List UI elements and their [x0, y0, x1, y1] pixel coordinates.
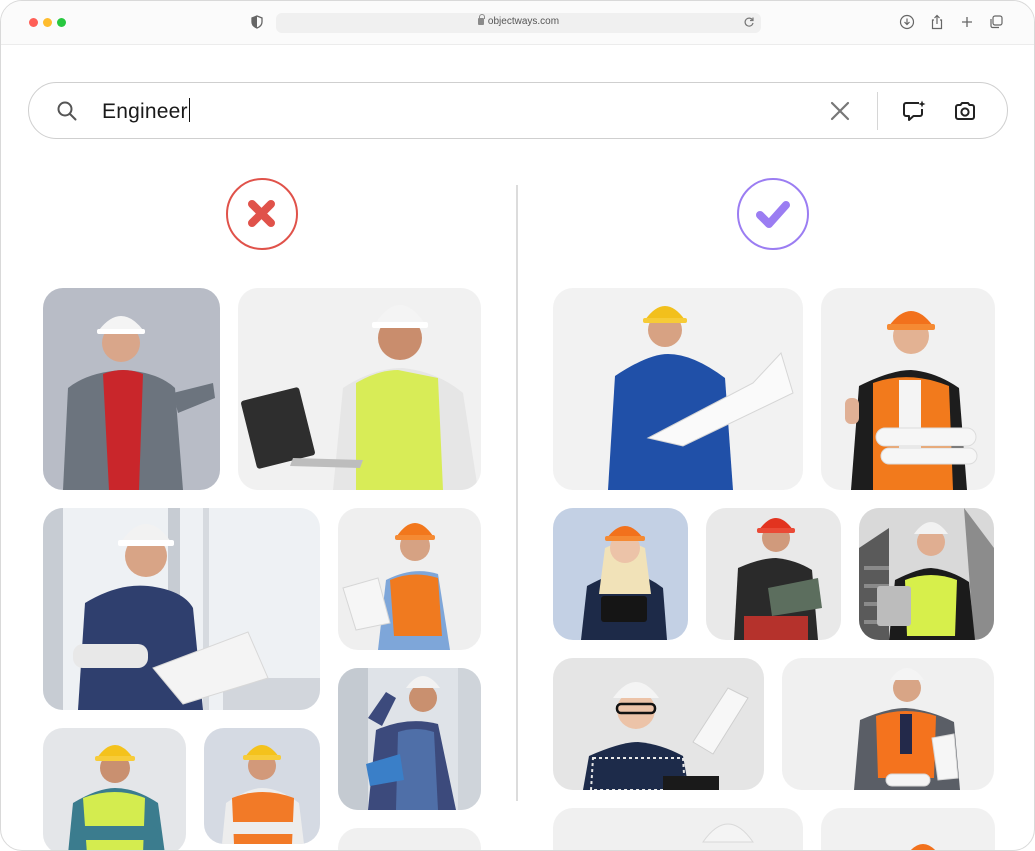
address-text: objectways.com [276, 14, 761, 27]
image-tile[interactable] [338, 828, 481, 850]
url-label: objectways.com [487, 16, 560, 27]
photo-of-engineer [204, 728, 320, 844]
photo-of-engineer [338, 828, 481, 850]
photo-of-engineer [821, 808, 995, 850]
ai-chat-sparkle-icon[interactable] [902, 100, 926, 122]
photo-of-engineer [553, 808, 803, 850]
image-tile[interactable] [238, 288, 481, 490]
photo-of-engineer [706, 508, 841, 640]
close-window-button[interactable] [29, 18, 38, 27]
x-mark-icon [248, 200, 275, 227]
image-tile[interactable] [553, 288, 803, 490]
check-mark-icon [756, 201, 790, 228]
photo-of-engineer [859, 508, 994, 640]
photo-of-engineer [238, 288, 481, 490]
image-tile[interactable] [204, 728, 320, 844]
share-icon[interactable] [929, 14, 945, 30]
image-tile[interactable] [338, 668, 481, 810]
image-tile[interactable] [553, 508, 688, 640]
text-caret [188, 98, 191, 122]
photo-of-engineer [43, 288, 220, 490]
search-input[interactable]: Engineer [102, 98, 191, 124]
reload-icon[interactable] [743, 16, 755, 28]
image-tile[interactable] [338, 508, 481, 650]
browser-window: objectways.com Engineer [0, 0, 1035, 851]
image-tile[interactable] [43, 288, 220, 490]
image-tile[interactable] [553, 658, 764, 790]
camera-search-icon[interactable] [954, 100, 976, 122]
search-query-text: Engineer [102, 100, 188, 123]
image-tile[interactable] [859, 508, 994, 640]
image-tile[interactable] [43, 728, 186, 850]
photo-of-engineer [43, 728, 186, 850]
tab-overview-icon[interactable] [988, 14, 1004, 30]
zoom-window-button[interactable] [57, 18, 66, 27]
photo-of-engineer [338, 508, 481, 650]
photo-of-engineer [43, 508, 320, 710]
lock-icon [477, 14, 485, 25]
image-tile[interactable] [43, 508, 320, 710]
image-tile[interactable] [782, 658, 994, 790]
address-bar[interactable]: objectways.com [276, 13, 761, 33]
comparison-divider [516, 185, 518, 801]
photo-of-engineer [553, 508, 688, 640]
image-tile[interactable] [821, 288, 995, 490]
search-icon[interactable] [56, 100, 78, 122]
image-tile[interactable] [821, 808, 995, 850]
browser-toolbar: objectways.com [1, 1, 1034, 45]
minimize-window-button[interactable] [43, 18, 52, 27]
search-bar[interactable]: Engineer [28, 82, 1008, 139]
photo-of-engineer [338, 668, 481, 810]
photo-of-engineer [782, 658, 994, 790]
download-icon[interactable] [899, 14, 915, 30]
privacy-shield-icon[interactable] [251, 15, 263, 29]
rejected-marker [226, 178, 298, 250]
photo-of-engineer [553, 658, 764, 790]
approved-marker [737, 178, 809, 250]
clear-search-icon[interactable] [829, 100, 851, 122]
photo-of-engineer [553, 288, 803, 490]
photo-of-engineer [821, 288, 995, 490]
image-tile[interactable] [706, 508, 841, 640]
image-tile[interactable] [553, 808, 803, 850]
search-divider [877, 92, 878, 130]
new-tab-icon[interactable] [959, 14, 975, 30]
